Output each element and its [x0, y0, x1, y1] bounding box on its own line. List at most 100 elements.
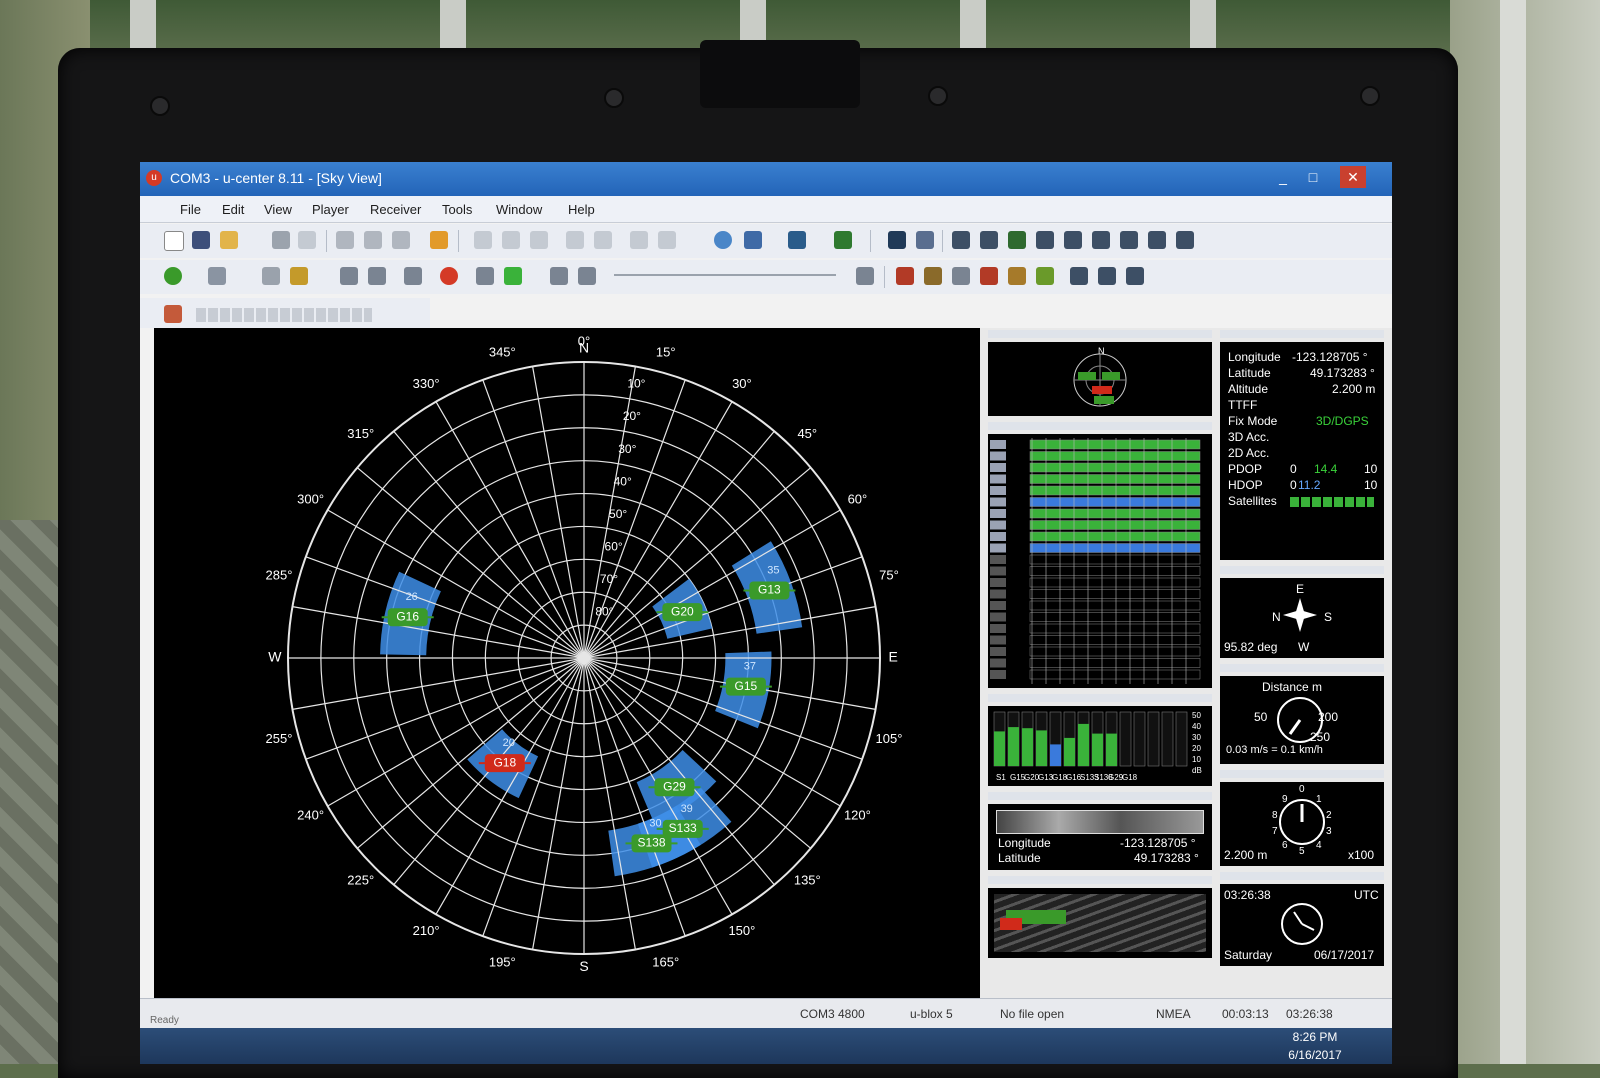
arrange-icons-icon[interactable] [530, 231, 548, 249]
tool-c-icon[interactable] [952, 267, 970, 285]
clock-view-icon[interactable] [1120, 231, 1138, 249]
globe-icon[interactable] [714, 231, 732, 249]
print-icon[interactable] [272, 231, 290, 249]
menu-player[interactable]: Player [312, 202, 349, 217]
satellite-cno-label: 30 [649, 817, 661, 829]
rewind-to-start-icon[interactable] [578, 267, 596, 285]
taskbar-date[interactable]: 6/16/2017 [1280, 1048, 1350, 1062]
menu-file[interactable]: File [180, 202, 201, 217]
panel-grip[interactable] [1220, 566, 1384, 574]
data-view-icon[interactable] [888, 231, 906, 249]
gear-icon[interactable] [1070, 267, 1088, 285]
table-view-icon[interactable] [658, 231, 676, 249]
tool-sync-icon[interactable] [1036, 267, 1054, 285]
map-view-icon[interactable] [744, 231, 762, 249]
paste-icon[interactable] [392, 231, 410, 249]
menu-help[interactable]: Help [568, 202, 595, 217]
signal-scale-label: dB [1192, 766, 1202, 775]
signal-scale-label: 10 [1192, 755, 1201, 764]
jump-to-end-icon[interactable] [856, 267, 874, 285]
azimuth-label: 255° [266, 731, 293, 746]
baudrate-icon[interactable] [208, 267, 226, 285]
menu-tools[interactable]: Tools [442, 202, 472, 217]
fast-forward-icon[interactable] [550, 267, 568, 285]
tool-filter-icon[interactable] [1008, 267, 1026, 285]
grid-view-icon[interactable] [566, 231, 584, 249]
tool-h-icon[interactable] [896, 267, 914, 285]
cascade-windows-icon[interactable] [474, 231, 492, 249]
copy-icon[interactable] [364, 231, 382, 249]
open-folder-icon[interactable] [220, 231, 238, 249]
sky-view-icon[interactable] [916, 231, 934, 249]
save-icon[interactable] [192, 231, 210, 249]
port-status[interactable]: COM3 4800 [800, 1007, 865, 1021]
protocol-status: NMEA [1156, 1007, 1191, 1021]
panel-grip[interactable] [988, 694, 1212, 702]
menu-view[interactable]: View [264, 202, 292, 217]
menu-receiver[interactable]: Receiver [370, 202, 421, 217]
split-view-icon[interactable] [594, 231, 612, 249]
autobaud-icon[interactable] [262, 267, 280, 285]
utc-status: 03:26:38 [1286, 1007, 1333, 1021]
panel-grip[interactable] [988, 876, 1212, 884]
altimeter-digit: 3 [1326, 826, 1332, 837]
close-button[interactable]: ✕ [1340, 166, 1366, 188]
menu-window[interactable]: Window [496, 202, 542, 217]
panel-grip[interactable] [1220, 330, 1384, 338]
record-settings-icon[interactable] [430, 231, 448, 249]
satellite-row-bar [1029, 669, 1201, 680]
record-icon[interactable] [440, 267, 458, 285]
pause-icon[interactable] [404, 267, 422, 285]
step-forward-icon[interactable] [476, 267, 494, 285]
satellite-row-id [990, 497, 1006, 507]
tool-w-icon[interactable] [924, 267, 942, 285]
sum-view-icon[interactable] [630, 231, 648, 249]
new-file-icon[interactable] [164, 231, 184, 251]
panel-grip[interactable] [988, 792, 1212, 800]
sky-view-plot: 0°15°30°45°60°75°105°120°135°150°165°195… [266, 334, 903, 974]
gauge-view-icon[interactable] [1148, 231, 1166, 249]
clock-zone: UTC [1354, 888, 1379, 902]
table-icon[interactable] [1064, 231, 1082, 249]
signal-view-icon[interactable] [1008, 231, 1026, 249]
playback-slider[interactable] [614, 274, 836, 276]
panel-grip[interactable] [1220, 872, 1384, 880]
signal-bars-icon[interactable] [834, 231, 852, 249]
eject-icon[interactable] [340, 267, 358, 285]
satellite-row-bar [1029, 589, 1201, 599]
maximize-button[interactable]: □ [1300, 166, 1326, 188]
panel-grip[interactable] [988, 422, 1212, 430]
panel-grip[interactable] [988, 330, 1212, 338]
compass-panel: E N S W 95.82 deg [1220, 578, 1384, 658]
settings-icon[interactable] [1098, 267, 1116, 285]
menu-edit[interactable]: Edit [222, 202, 244, 217]
window-titlebar[interactable]: u COM3 - u-center 8.11 - [Sky View] _ □ … [140, 162, 1392, 196]
minimize-button[interactable]: _ [1270, 166, 1296, 188]
speed-view-icon[interactable] [980, 231, 998, 249]
chart-view-icon[interactable] [788, 231, 806, 249]
data-label: 2D Acc. [1228, 446, 1270, 460]
azimuth-label: 60° [848, 492, 868, 507]
connection-icon[interactable] [164, 267, 182, 285]
deviation-icon[interactable] [1092, 231, 1110, 249]
compass-view-icon[interactable] [952, 231, 970, 249]
config-icon[interactable] [1126, 267, 1144, 285]
cut-icon[interactable] [336, 231, 354, 249]
tile-windows-icon[interactable] [502, 231, 520, 249]
stop-icon[interactable] [368, 267, 386, 285]
message-view-icon[interactable] [164, 305, 182, 323]
play-icon[interactable] [504, 267, 522, 285]
data-label: PDOP [1228, 462, 1263, 476]
statistics-icon[interactable] [1176, 231, 1194, 249]
elevation-label: 60° [605, 539, 623, 553]
debug-icon[interactable] [290, 267, 308, 285]
tool-reset-icon[interactable] [980, 267, 998, 285]
taskbar-time[interactable]: 8:26 PM [1280, 1030, 1350, 1044]
satellite-row-bar [1029, 600, 1201, 611]
satellite-row-bar [1029, 566, 1201, 576]
panel-grip[interactable] [1220, 664, 1384, 672]
panel-grip[interactable] [1220, 770, 1384, 778]
altimeter-view-icon[interactable] [1036, 231, 1054, 249]
print-preview-icon[interactable] [298, 231, 316, 249]
pdop-scale-max: 10 [1364, 462, 1378, 476]
